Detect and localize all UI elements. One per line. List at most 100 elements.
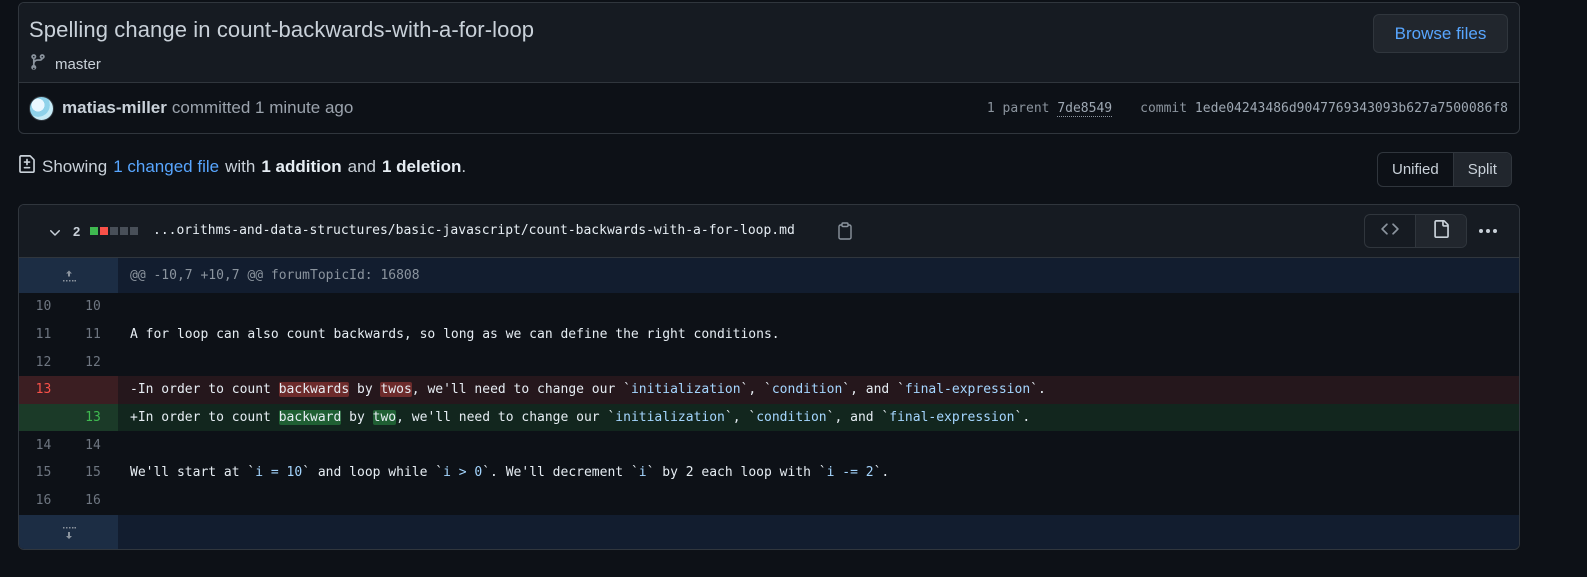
chevron-down-icon[interactable] [47,225,63,246]
code-text: , we'll need to change our ` [396,410,616,426]
diffstat-add-block [90,227,98,235]
new-line-number[interactable]: 13 [68,410,118,425]
diff-row: 14 14 [19,431,1519,459]
commit-info: commit 1ede04243486d9047769343093b627a75… [1140,101,1508,116]
diff-sign: - [130,382,138,398]
parent-sha-link[interactable]: 7de8549 [1057,100,1113,117]
inline-code: initialization [615,410,725,426]
more-options-icon[interactable] [1477,222,1499,245]
inline-code: final-expression [904,382,1031,398]
diffstat-neutral-block [130,227,138,235]
old-line-number[interactable]: 15 [19,465,68,480]
changed-files-link[interactable]: 1 changed file [113,157,219,177]
branch-name[interactable]: master [55,56,101,73]
added-word: backward [278,410,342,426]
expand-up-icon[interactable] [19,258,118,293]
code-text: In order to count [137,382,279,398]
code-text: `, and ` [826,410,890,426]
parent-label: 1 parent [986,100,1050,116]
file-header: 2 ...orithms-and-data-structures/basic-j… [19,205,1519,258]
deleted-row: 13 - In order to count backwards by twos… [19,376,1519,404]
code-line: We'll start at ` i = 10 ` and loop while `… [118,459,1519,487]
commit-meta: matias-miller committed 1 minute ago 1 p… [19,83,1519,133]
code-text: A for loop can also count backwards, so … [130,327,780,343]
copy-icon[interactable] [837,222,853,245]
summary-period: . [461,156,467,176]
new-line-number[interactable]: 16 [68,493,118,508]
summary-showing: Showing [42,156,108,176]
diff-body: @@ -10,7 +10,7 @@ forumTopicId: 16808 10… [19,258,1519,549]
diff-summary: Showing 1 changed file with 1 addition a… [18,155,466,178]
file-path[interactable]: ...orithms-and-data-structures/basic-jav… [153,223,795,238]
new-line-number[interactable]: 15 [68,465,118,480]
unified-button[interactable]: Unified [1378,153,1453,186]
code-text: `, and ` [842,382,905,398]
additions-count: 1 addition [261,156,342,176]
avatar[interactable] [29,95,54,121]
diff-sign: + [130,410,138,426]
file-view-buttons [1364,214,1467,248]
diff-row: 16 16 [19,487,1519,515]
expand-row [19,514,1519,549]
removed-word: twos [380,382,412,398]
added-code-line: + In order to count backward by two, we'… [118,404,1519,432]
diffstat-del-block [100,227,108,235]
code-view-button[interactable] [1365,215,1415,247]
old-line-number[interactable]: 14 [19,438,68,453]
diff-row: 15 15 We'll start at ` i = 10 ` and loop w… [19,459,1519,487]
author-link[interactable]: matias-miller [62,98,167,118]
old-line-number[interactable]: 12 [19,355,68,370]
split-button[interactable]: Split [1452,153,1511,186]
code-text: `. We'll decrement ` [482,465,639,481]
old-line-number[interactable]: 10 [19,299,68,314]
commit-title-bar: Spelling change in count-backwards-with-… [19,3,1519,83]
diffstat-neutral-block [110,227,118,235]
new-line-number[interactable]: 12 [68,355,118,370]
added-gutter: 13 [19,403,118,432]
inline-code: final-expression [889,410,1015,426]
code-text: by [349,382,381,398]
diffstat-blocks [90,227,138,235]
inline-code: i = 10 [255,465,303,481]
file-icon [1432,219,1450,243]
code-text: ` and loop while ` [302,465,444,481]
inline-code: initialization [630,382,741,398]
expand-down-icon[interactable] [19,514,118,549]
new-line-number[interactable]: 10 [68,299,118,314]
browse-files-button[interactable]: Browse files [1373,14,1508,53]
code-text: by [341,410,373,426]
commit-title: Spelling change in count-backwards-with-… [29,17,535,42]
old-line-number[interactable]: 13 [19,382,68,397]
diff-row: 10 10 [19,293,1519,321]
diff-row: 11 11 A for loop can also count backward… [19,321,1519,349]
git-branch-icon [29,53,47,75]
new-line-number[interactable]: 14 [68,438,118,453]
commit-header: Spelling change in count-backwards-with-… [18,2,1520,134]
code-text: `. [1030,382,1046,398]
file-diff: 2 ...orithms-and-data-structures/basic-j… [18,204,1520,550]
code-text: We'll start at ` [130,465,256,481]
old-line-number[interactable]: 16 [19,493,68,508]
commit-time: committed 1 minute ago [171,98,354,117]
deletions-count: 1 deletion [381,156,462,176]
branch-indicator[interactable]: master [29,53,101,75]
inline-code: condition [771,382,843,398]
deleted-code-line: - In order to count backwards by twos, w… [118,376,1519,404]
parent-info: 1 parent 7de8549 [986,100,1113,117]
deleted-gutter: 13 [19,376,118,404]
diff-row: 12 12 [19,348,1519,376]
new-line-number[interactable]: 11 [68,327,118,342]
summary-and: and [347,156,376,176]
diff-line-count: 2 [73,224,81,239]
inline-code: i [638,465,647,481]
hunk-header-row: @@ -10,7 +10,7 @@ forumTopicId: 16808 [19,258,1519,293]
rich-diff-button[interactable] [1415,215,1466,247]
code-text: `. [1014,410,1031,426]
code-text: `, ` [740,382,772,398]
code-icon [1381,220,1399,243]
old-line-number[interactable]: 11 [19,327,68,342]
